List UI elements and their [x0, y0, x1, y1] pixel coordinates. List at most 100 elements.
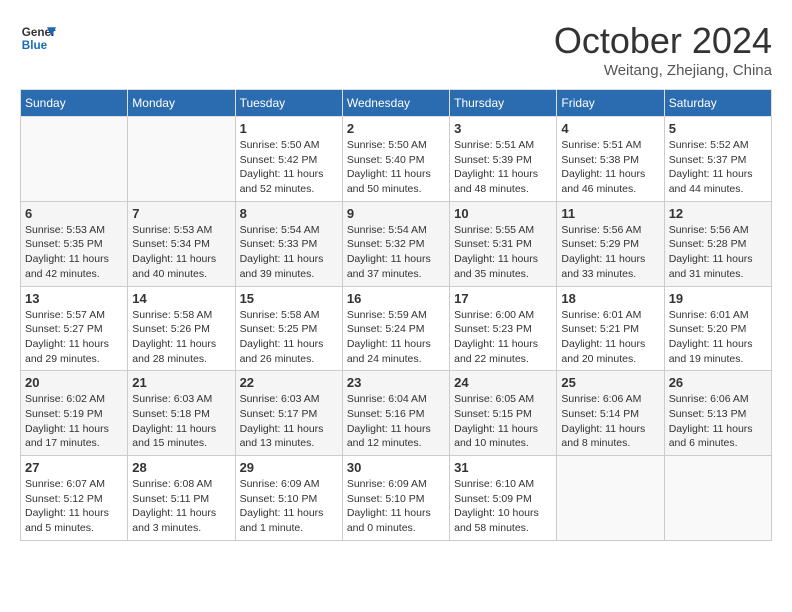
- calendar-cell: 21 Sunrise: 6:03 AM Sunset: 5:18 PM Dayli…: [128, 371, 235, 456]
- calendar-cell: 18 Sunrise: 6:01 AM Sunset: 5:21 PM Dayli…: [557, 286, 664, 371]
- day-number: 8: [240, 206, 338, 221]
- day-info: Sunrise: 5:58 AM Sunset: 5:25 PM Dayligh…: [240, 308, 338, 367]
- calendar-cell: 28Sunrise: 6:08 AM Sunset: 5:11 PM Dayli…: [128, 456, 235, 541]
- day-info: Sunrise: 5:52 AM Sunset: 5:37 PM Dayligh…: [669, 138, 767, 197]
- day-number: 16: [347, 291, 445, 306]
- calendar-cell: 20 Sunrise: 6:02 AM Sunset: 5:19 PM Dayli…: [21, 371, 128, 456]
- calendar-cell: 8 Sunrise: 5:54 AM Sunset: 5:33 PM Daylig…: [235, 201, 342, 286]
- weekday-header: Wednesday: [342, 90, 449, 117]
- month-title: October 2024: [554, 20, 772, 62]
- calendar-cell: 11Sunrise: 5:56 AM Sunset: 5:29 PM Dayli…: [557, 201, 664, 286]
- day-number: 23: [347, 375, 445, 390]
- day-info: Sunrise: 6:06 AM Sunset: 5:14 PM Dayligh…: [561, 392, 659, 451]
- day-info: Sunrise: 6:01 AM Sunset: 5:20 PM Dayligh…: [669, 308, 767, 367]
- calendar-cell: 6Sunrise: 5:53 AM Sunset: 5:35 PM Daylig…: [21, 201, 128, 286]
- calendar-week-row: 27 Sunrise: 6:07 AM Sunset: 5:12 PM Dayli…: [21, 456, 772, 541]
- calendar-cell: 2Sunrise: 5:50 AM Sunset: 5:40 PM Daylig…: [342, 117, 449, 202]
- day-number: 26: [669, 375, 767, 390]
- day-info: Sunrise: 5:51 AM Sunset: 5:38 PM Dayligh…: [561, 138, 659, 197]
- day-number: 25: [561, 375, 659, 390]
- calendar-cell: 27 Sunrise: 6:07 AM Sunset: 5:12 PM Dayli…: [21, 456, 128, 541]
- weekday-header: Sunday: [21, 90, 128, 117]
- day-info: Sunrise: 5:51 AM Sunset: 5:39 PM Dayligh…: [454, 138, 552, 197]
- day-info: Sunrise: 5:59 AM Sunset: 5:24 PM Dayligh…: [347, 308, 445, 367]
- day-info: Sunrise: 5:54 AM Sunset: 5:33 PM Dayligh…: [240, 223, 338, 282]
- day-info: Sunrise: 6:06 AM Sunset: 5:13 PM Dayligh…: [669, 392, 767, 451]
- day-number: 11: [561, 206, 659, 221]
- day-number: 3: [454, 121, 552, 136]
- calendar-cell: [128, 117, 235, 202]
- day-info: Sunrise: 6:07 AM Sunset: 5:12 PM Dayligh…: [25, 477, 123, 536]
- day-number: 1: [240, 121, 338, 136]
- day-info: Sunrise: 6:02 AM Sunset: 5:19 PM Dayligh…: [25, 392, 123, 451]
- calendar-cell: 1 Sunrise: 5:50 AM Sunset: 5:42 PM Daylig…: [235, 117, 342, 202]
- day-number: 19: [669, 291, 767, 306]
- day-info: Sunrise: 6:00 AM Sunset: 5:23 PM Dayligh…: [454, 308, 552, 367]
- logo: General Blue: [20, 20, 56, 56]
- day-info: Sunrise: 6:03 AM Sunset: 5:17 PM Dayligh…: [240, 392, 338, 451]
- calendar-cell: 10 Sunrise: 5:55 AM Sunset: 5:31 PM Dayli…: [450, 201, 557, 286]
- page-header: General Blue October 2024 Weitang, Zheji…: [20, 20, 772, 79]
- day-info: Sunrise: 5:50 AM Sunset: 5:42 PM Dayligh…: [240, 138, 338, 197]
- day-number: 18: [561, 291, 659, 306]
- calendar-cell: 17 Sunrise: 6:00 AM Sunset: 5:23 PM Dayli…: [450, 286, 557, 371]
- calendar-week-row: 6Sunrise: 5:53 AM Sunset: 5:35 PM Daylig…: [21, 201, 772, 286]
- day-info: Sunrise: 5:54 AM Sunset: 5:32 PM Dayligh…: [347, 223, 445, 282]
- day-number: 17: [454, 291, 552, 306]
- day-info: Sunrise: 6:09 AM Sunset: 5:10 PM Dayligh…: [347, 477, 445, 536]
- day-number: 21: [132, 375, 230, 390]
- calendar-cell: 31 Sunrise: 6:10 AM Sunset: 5:09 PM Dayli…: [450, 456, 557, 541]
- day-number: 14: [132, 291, 230, 306]
- svg-text:Blue: Blue: [22, 39, 48, 52]
- calendar-cell: 14Sunrise: 5:58 AM Sunset: 5:26 PM Dayli…: [128, 286, 235, 371]
- day-number: 12: [669, 206, 767, 221]
- day-number: 9: [347, 206, 445, 221]
- calendar-cell: [21, 117, 128, 202]
- day-info: Sunrise: 6:10 AM Sunset: 5:09 PM Dayligh…: [454, 477, 552, 536]
- calendar-cell: 15 Sunrise: 5:58 AM Sunset: 5:25 PM Dayli…: [235, 286, 342, 371]
- day-number: 28: [132, 460, 230, 475]
- calendar-cell: 29 Sunrise: 6:09 AM Sunset: 5:10 PM Dayli…: [235, 456, 342, 541]
- day-info: Sunrise: 5:55 AM Sunset: 5:31 PM Dayligh…: [454, 223, 552, 282]
- day-info: Sunrise: 5:53 AM Sunset: 5:34 PM Dayligh…: [132, 223, 230, 282]
- calendar-week-row: 13Sunrise: 5:57 AM Sunset: 5:27 PM Dayli…: [21, 286, 772, 371]
- day-number: 27: [25, 460, 123, 475]
- calendar-cell: 3 Sunrise: 5:51 AM Sunset: 5:39 PM Daylig…: [450, 117, 557, 202]
- day-number: 31: [454, 460, 552, 475]
- calendar-cell: [557, 456, 664, 541]
- calendar-cell: 5 Sunrise: 5:52 AM Sunset: 5:37 PM Daylig…: [664, 117, 771, 202]
- weekday-header: Monday: [128, 90, 235, 117]
- day-number: 4: [561, 121, 659, 136]
- day-number: 24: [454, 375, 552, 390]
- weekday-header: Friday: [557, 90, 664, 117]
- calendar-cell: 26 Sunrise: 6:06 AM Sunset: 5:13 PM Dayli…: [664, 371, 771, 456]
- weekday-header: Saturday: [664, 90, 771, 117]
- day-number: 5: [669, 121, 767, 136]
- calendar-week-row: 1 Sunrise: 5:50 AM Sunset: 5:42 PM Daylig…: [21, 117, 772, 202]
- calendar-cell: 24 Sunrise: 6:05 AM Sunset: 5:15 PM Dayli…: [450, 371, 557, 456]
- day-info: Sunrise: 6:05 AM Sunset: 5:15 PM Dayligh…: [454, 392, 552, 451]
- calendar-cell: 16 Sunrise: 5:59 AM Sunset: 5:24 PM Dayli…: [342, 286, 449, 371]
- calendar-cell: 7Sunrise: 5:53 AM Sunset: 5:34 PM Daylig…: [128, 201, 235, 286]
- title-block: October 2024 Weitang, Zhejiang, China: [554, 20, 772, 79]
- day-info: Sunrise: 6:01 AM Sunset: 5:21 PM Dayligh…: [561, 308, 659, 367]
- location: Weitang, Zhejiang, China: [554, 62, 772, 79]
- day-number: 29: [240, 460, 338, 475]
- day-number: 15: [240, 291, 338, 306]
- calendar-table: SundayMondayTuesdayWednesdayThursdayFrid…: [20, 89, 772, 541]
- day-number: 22: [240, 375, 338, 390]
- weekday-header: Tuesday: [235, 90, 342, 117]
- day-number: 10: [454, 206, 552, 221]
- calendar-cell: [664, 456, 771, 541]
- day-number: 20: [25, 375, 123, 390]
- calendar-cell: 25 Sunrise: 6:06 AM Sunset: 5:14 PM Dayli…: [557, 371, 664, 456]
- day-info: Sunrise: 6:04 AM Sunset: 5:16 PM Dayligh…: [347, 392, 445, 451]
- logo-icon: General Blue: [20, 20, 56, 56]
- calendar-cell: 19 Sunrise: 6:01 AM Sunset: 5:20 PM Dayli…: [664, 286, 771, 371]
- weekday-header: Thursday: [450, 90, 557, 117]
- calendar-cell: 30Sunrise: 6:09 AM Sunset: 5:10 PM Dayli…: [342, 456, 449, 541]
- calendar-cell: 4 Sunrise: 5:51 AM Sunset: 5:38 PM Daylig…: [557, 117, 664, 202]
- day-info: Sunrise: 6:09 AM Sunset: 5:10 PM Dayligh…: [240, 477, 338, 536]
- calendar-cell: 9 Sunrise: 5:54 AM Sunset: 5:32 PM Daylig…: [342, 201, 449, 286]
- day-info: Sunrise: 6:03 AM Sunset: 5:18 PM Dayligh…: [132, 392, 230, 451]
